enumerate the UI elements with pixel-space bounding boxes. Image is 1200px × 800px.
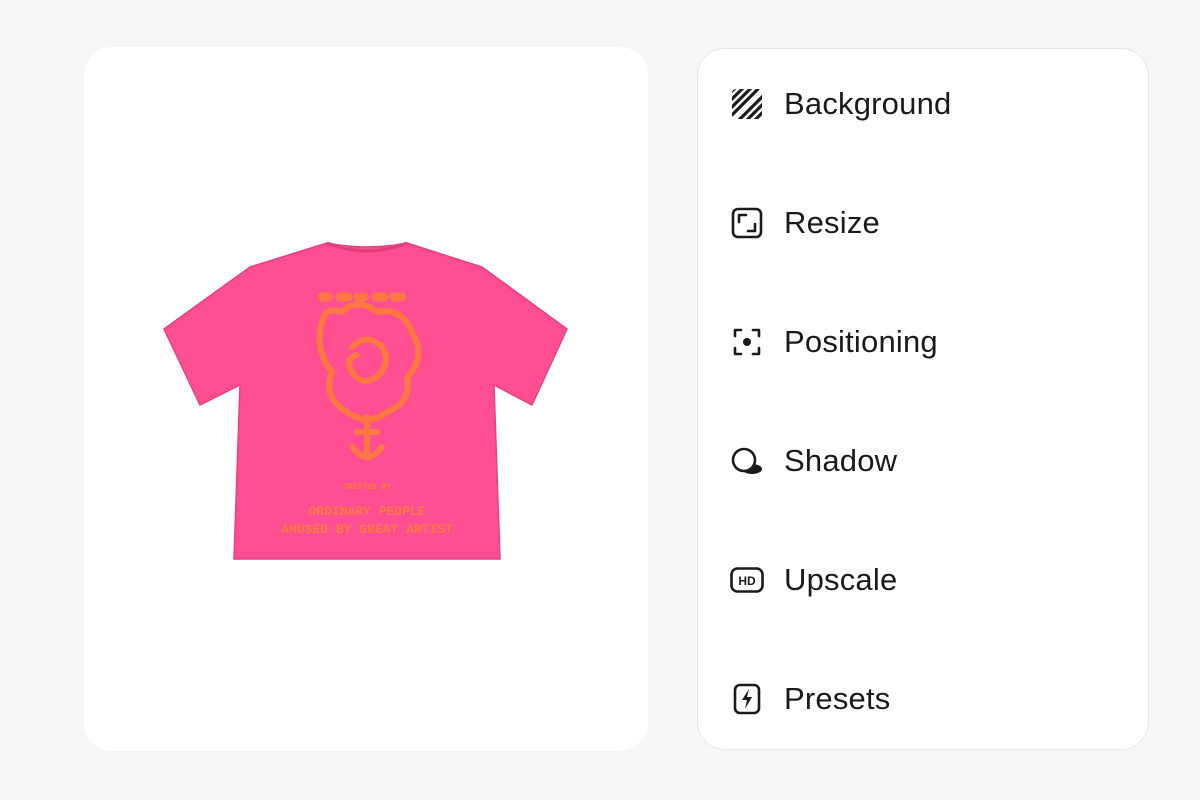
tool-shadow[interactable]: Shadow (730, 439, 897, 483)
svg-text:AMUSED BY GREAT ARTIST: AMUSED BY GREAT ARTIST (281, 522, 453, 537)
image-preview-card: CREATED BY ORDINARY PEOPLE AMUSED BY GRE… (84, 47, 648, 751)
tool-resize[interactable]: Resize (730, 201, 880, 245)
tool-label: Upscale (784, 562, 898, 597)
tool-label: Presets (784, 681, 891, 716)
tool-label: Positioning (784, 324, 938, 359)
tool-label: Background (784, 86, 952, 121)
resize-icon (730, 206, 764, 240)
stripes-icon (730, 87, 764, 121)
svg-text:HD: HD (738, 574, 756, 588)
tool-label: Resize (784, 205, 880, 240)
lightning-card-icon (730, 682, 764, 716)
focus-icon (730, 325, 764, 359)
tool-background[interactable]: Background (730, 82, 951, 126)
tool-upscale[interactable]: HD Upscale (730, 558, 897, 602)
tools-panel: Background Resize Positioning Shadow HD … (697, 48, 1149, 750)
svg-text:CREATED BY: CREATED BY (343, 483, 391, 492)
tool-label: Shadow (784, 443, 898, 478)
tool-presets[interactable]: Presets (730, 677, 891, 721)
tshirt-image: CREATED BY ORDINARY PEOPLE AMUSED BY GRE… (163, 241, 568, 560)
tool-positioning[interactable]: Positioning (730, 320, 938, 364)
shadow-icon (730, 444, 764, 478)
svg-text:ORDINARY PEOPLE: ORDINARY PEOPLE (308, 504, 425, 519)
hd-icon: HD (730, 563, 764, 597)
